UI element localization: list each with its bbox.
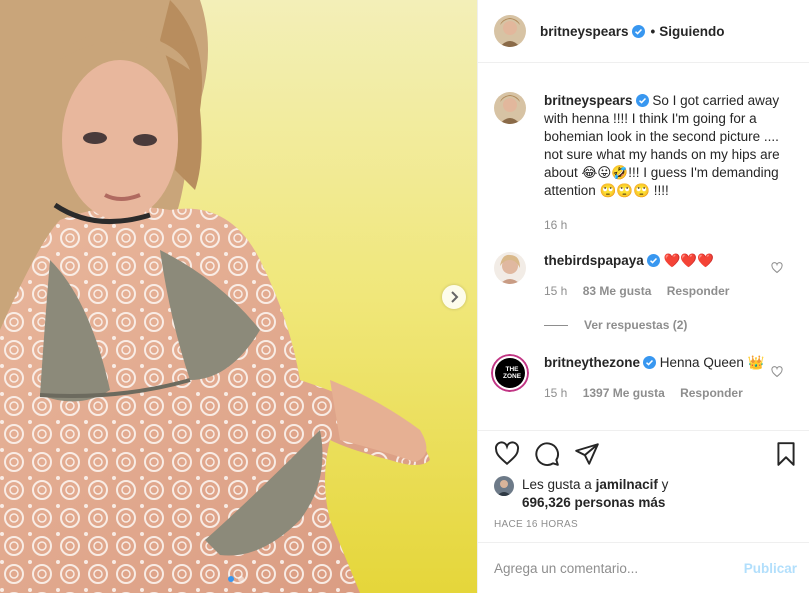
- caption-row: britneyspears So I got carried away with…: [494, 92, 789, 234]
- comment-like-icon[interactable]: [771, 366, 783, 378]
- comment-input[interactable]: [494, 560, 744, 576]
- comment-text: Henna Queen 👑: [659, 355, 765, 370]
- liker-avatar[interactable]: [494, 476, 514, 496]
- save-bookmark-icon[interactable]: [773, 441, 799, 467]
- avatar[interactable]: [494, 92, 526, 124]
- caption-time[interactable]: 16 h: [544, 218, 567, 232]
- comment-time[interactable]: 15 h: [544, 284, 567, 298]
- post-photo: [0, 0, 477, 593]
- view-replies-label: Ver respuestas (2): [584, 318, 688, 332]
- avatar[interactable]: [494, 252, 526, 284]
- likes-count[interactable]: 696,326 personas más: [522, 495, 665, 510]
- caption-text: So I got carried away with henna !!!! I …: [544, 93, 780, 198]
- avatar-image: [494, 476, 514, 496]
- post-timestamp[interactable]: HACE 16 HORAS: [494, 519, 578, 530]
- like-heart-icon[interactable]: [494, 441, 520, 467]
- avatar-logo-text: THE ZONE: [502, 366, 522, 380]
- likes-summary: Les gusta a jamilnacif y 696,326 persona…: [494, 476, 668, 512]
- avatar-image: [494, 252, 526, 284]
- chevron-right-icon: [451, 291, 459, 303]
- carousel-dot: [238, 576, 244, 582]
- avatar-image: [494, 15, 526, 47]
- comment-username[interactable]: britneythezone: [544, 355, 640, 370]
- comment-like-icon[interactable]: [771, 262, 783, 274]
- comment-likes[interactable]: 83 Me gusta: [583, 284, 652, 298]
- share-paper-plane-icon[interactable]: [574, 441, 600, 467]
- reply-button[interactable]: Responder: [680, 386, 743, 400]
- action-bar: [478, 430, 809, 466]
- comment-bubble-icon[interactable]: [534, 441, 560, 467]
- add-comment-bar: Publicar: [478, 542, 809, 593]
- publish-button[interactable]: Publicar: [744, 561, 797, 576]
- header-separator: •: [650, 23, 656, 39]
- liker-username[interactable]: jamilnacif: [596, 477, 658, 492]
- avatar[interactable]: [494, 15, 526, 47]
- instagram-post: britneyspears • Siguiendo britneyspears …: [0, 0, 809, 593]
- post-media[interactable]: [0, 0, 477, 593]
- post-side-panel: britneyspears • Siguiendo britneyspears …: [477, 0, 809, 593]
- comment-row: THE ZONE britneythezone Henna Queen 👑 15…: [491, 354, 789, 402]
- post-header: britneyspears • Siguiendo: [478, 0, 809, 63]
- carousel-indicator: [228, 576, 244, 582]
- header-username[interactable]: britneyspears: [540, 24, 629, 39]
- reply-button[interactable]: Responder: [667, 284, 730, 298]
- comment-username[interactable]: thebirdspapaya: [544, 253, 644, 268]
- comment-text: ❤️❤️❤️: [663, 253, 714, 268]
- verified-badge-icon: [646, 254, 660, 267]
- comment-time[interactable]: 15 h: [544, 386, 567, 400]
- replies-divider: [544, 324, 568, 326]
- comments-list[interactable]: britneyspears So I got carried away with…: [478, 64, 809, 430]
- likes-prefix: Les gusta a: [522, 477, 592, 492]
- verified-badge-icon: [631, 24, 645, 38]
- view-replies-button[interactable]: Ver respuestas (2): [544, 318, 687, 332]
- verified-badge-icon: [635, 94, 649, 107]
- verified-badge-icon: [643, 356, 657, 369]
- carousel-dot-active: [228, 576, 234, 582]
- comment-likes[interactable]: 1397 Me gusta: [583, 386, 665, 400]
- avatar-image: [494, 92, 526, 124]
- comment-row: thebirdspapaya ❤️❤️❤️ 15 h 83 Me gusta R…: [494, 252, 789, 300]
- follow-status-button[interactable]: Siguiendo: [659, 24, 724, 39]
- caption-username[interactable]: britneyspears: [544, 93, 633, 108]
- likes-conjunction: y: [661, 477, 669, 492]
- next-slide-button[interactable]: [442, 285, 466, 309]
